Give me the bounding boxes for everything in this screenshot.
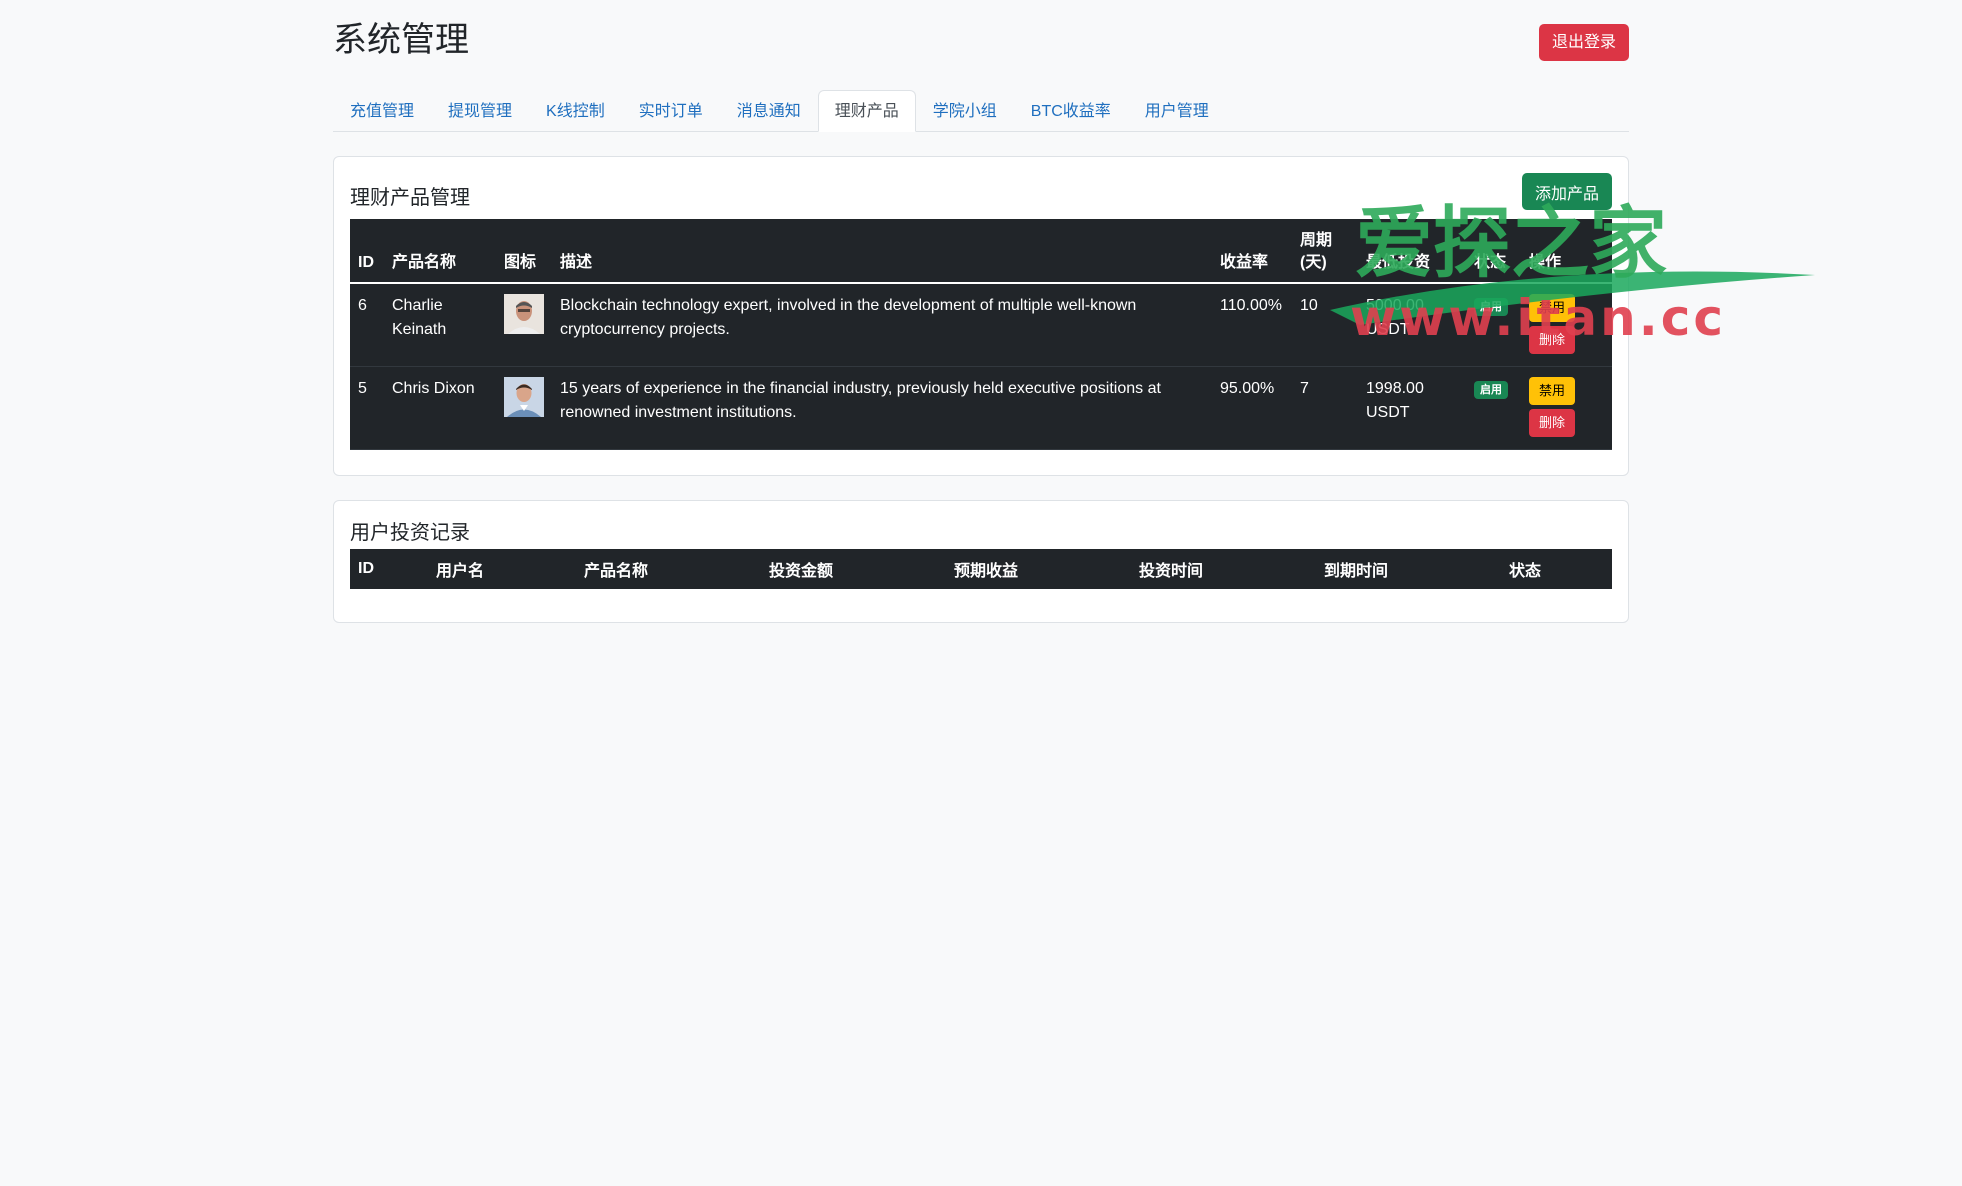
row-ops-cell: 禁用 删除 (1521, 283, 1612, 367)
add-product-button[interactable]: 添加产品 (1521, 173, 1612, 210)
delete-button[interactable]: 删除 (1529, 326, 1575, 354)
tab-academy[interactable]: 学院小组 (916, 90, 1014, 131)
row-min-invest: 5000.00 USDT (1358, 283, 1466, 367)
col-rate: 收益率 (1212, 219, 1292, 284)
avatar (504, 294, 544, 334)
col-icon: 图标 (496, 219, 552, 284)
col-status: 状态 (1466, 219, 1521, 284)
row-status-cell: 启用 (1466, 366, 1521, 450)
row-desc: Blockchain technology expert, involved i… (552, 283, 1212, 367)
col-expire-time: 到期时间 (1324, 563, 1389, 580)
disable-button[interactable]: 禁用 (1529, 294, 1575, 322)
records-header-row: ID 用户名 产品名称 投资金额 预期收益 投资时间 到期时间 状态 (350, 549, 1612, 589)
products-table: ID 产品名称 图标 描述 收益率 周期(天) 最低投资 状态 操作 6 Cha… (350, 219, 1612, 450)
avatar (504, 377, 544, 417)
delete-button[interactable]: 删除 (1529, 409, 1575, 437)
row-period: 7 (1292, 366, 1358, 450)
investment-records-card: 用户投资记录 ID 用户名 产品名称 投资金额 预期收益 投资时间 到期时间 状… (333, 500, 1629, 623)
header: 系统管理 退出登录 (333, 0, 1629, 82)
col-period: 周期(天) (1292, 219, 1358, 284)
col-desc: 描述 (552, 219, 1212, 284)
logout-button[interactable]: 退出登录 (1538, 24, 1629, 61)
row-rate: 110.00% (1212, 283, 1292, 367)
col-expected-return: 预期收益 (954, 563, 1019, 580)
col-ops: 操作 (1521, 219, 1612, 284)
table-row: 5 Chris Dixon 15 years of experience in … (350, 366, 1612, 450)
col-invest-time: 投资时间 (1139, 563, 1204, 580)
records-card-title: 用户投资记录 (350, 522, 470, 544)
tab-kline[interactable]: K线控制 (529, 90, 622, 131)
products-card: 理财产品管理 添加产品 ID 产品名称 图标 描述 收益率 周期(天) 最低投资… (333, 156, 1629, 476)
products-card-title: 理财产品管理 (350, 187, 470, 209)
nav-tabs: 充值管理 提现管理 K线控制 实时订单 消息通知 理财产品 学院小组 BTC收益… (333, 90, 1629, 132)
tab-orders[interactable]: 实时订单 (622, 90, 720, 131)
col-id: ID (358, 560, 374, 577)
tab-messages[interactable]: 消息通知 (720, 90, 818, 131)
disable-button[interactable]: 禁用 (1529, 377, 1575, 405)
col-name: 产品名称 (384, 219, 496, 284)
row-name: Charlie Keinath (384, 283, 496, 367)
col-status: 状态 (1509, 563, 1542, 580)
row-name: Chris Dixon (384, 366, 496, 450)
col-username: 用户名 (436, 563, 485, 580)
tab-btc-yield[interactable]: BTC收益率 (1014, 90, 1128, 131)
table-row: 6 Charlie Keinath Blockchain technology … (350, 283, 1612, 367)
col-min-invest: 最低投资 (1358, 219, 1466, 284)
products-header-row: ID 产品名称 图标 描述 收益率 周期(天) 最低投资 状态 操作 (350, 219, 1612, 284)
tab-users[interactable]: 用户管理 (1128, 90, 1226, 131)
records-table: ID 用户名 产品名称 投资金额 预期收益 投资时间 到期时间 状态 (350, 549, 1612, 589)
status-badge: 启用 (1474, 298, 1508, 316)
col-id: ID (350, 219, 384, 284)
tab-recharge[interactable]: 充值管理 (333, 90, 431, 131)
row-rate: 95.00% (1212, 366, 1292, 450)
row-ops-cell: 禁用 删除 (1521, 366, 1612, 450)
row-period: 10 (1292, 283, 1358, 367)
tab-withdraw[interactable]: 提现管理 (431, 90, 529, 131)
tab-finance-products[interactable]: 理财产品 (817, 90, 916, 132)
row-icon-cell (496, 283, 552, 367)
col-amount: 投资金额 (769, 563, 834, 580)
row-id: 6 (350, 283, 384, 367)
row-icon-cell (496, 366, 552, 450)
row-desc: 15 years of experience in the financial … (552, 366, 1212, 450)
row-min-invest: 1998.00 USDT (1358, 366, 1466, 450)
col-product-name: 产品名称 (584, 563, 649, 580)
row-status-cell: 启用 (1466, 283, 1521, 367)
row-id: 5 (350, 366, 384, 450)
page-title: 系统管理 (333, 21, 469, 59)
status-badge: 启用 (1474, 381, 1508, 399)
main-container: 系统管理 退出登录 充值管理 提现管理 K线控制 实时订单 消息通知 理财产品 … (333, 0, 1629, 623)
